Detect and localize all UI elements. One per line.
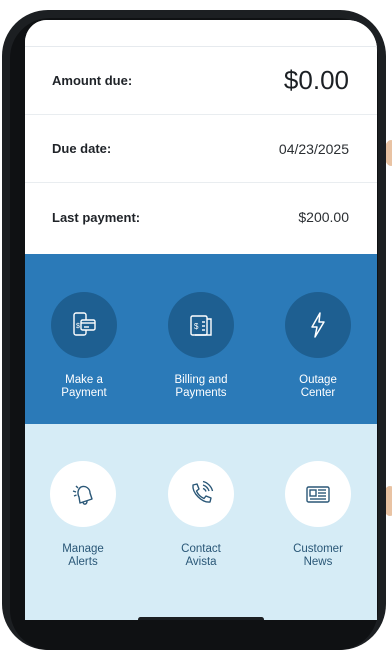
manage-alerts-button[interactable]: Manage Alerts	[28, 461, 138, 569]
svg-text:$: $	[194, 322, 199, 331]
last-payment-label: Last payment:	[52, 209, 141, 225]
bell-icon	[72, 485, 93, 505]
due-date-label: Due date:	[52, 141, 112, 156]
newspaper-icon	[306, 486, 330, 503]
last-payment-row: Last payment: $200.00	[25, 183, 377, 251]
last-payment-value: $200.00	[298, 209, 349, 225]
billing-payments-circle: $	[168, 292, 234, 358]
make-payment-label: Make a Payment	[61, 374, 107, 399]
contact-avista-label: Contact Avista	[181, 543, 221, 568]
due-date-row: Due date: 04/23/2025	[25, 115, 377, 183]
secondary-actions-panel: Manage Alerts Contact Avista Customer Ne…	[25, 424, 377, 620]
customer-news-button[interactable]: Customer News	[263, 461, 373, 569]
customer-news-circle	[285, 461, 351, 527]
lightning-bolt-icon	[311, 312, 325, 338]
amount-due-label: Amount due:	[52, 73, 133, 88]
top-strip	[25, 20, 377, 47]
outage-center-label: Outage Center	[299, 374, 337, 399]
phone-ringing-icon	[192, 480, 214, 503]
manage-alerts-circle	[50, 461, 116, 527]
make-payment-button[interactable]: $ Make a Payment	[29, 292, 139, 400]
app-screen: Amount due: $0.00 Due date: 04/23/2025 L…	[25, 20, 377, 620]
make-payment-circle: $	[51, 292, 117, 358]
payment-card-icon: $	[73, 312, 96, 336]
bill-icon: $	[190, 315, 212, 336]
billing-payments-button[interactable]: $ Billing and Payments	[146, 292, 256, 400]
billing-payments-label: Billing and Payments	[174, 374, 228, 399]
contact-avista-circle	[168, 461, 234, 527]
home-indicator[interactable]	[138, 617, 264, 620]
contact-avista-button[interactable]: Contact Avista	[146, 461, 256, 569]
amount-due-row: Amount due: $0.00	[25, 47, 377, 115]
primary-actions-panel: $ Make a Payment $ Billing and Payments	[25, 254, 377, 424]
due-date-value: 04/23/2025	[278, 140, 349, 157]
customer-news-label: Customer News	[293, 543, 343, 568]
outage-center-circle	[285, 292, 351, 358]
manage-alerts-label: Manage Alerts	[62, 543, 104, 568]
amount-due-value: $0.00	[283, 65, 349, 95]
svg-text:$: $	[76, 323, 80, 330]
outage-center-button[interactable]: Outage Center	[263, 292, 373, 400]
